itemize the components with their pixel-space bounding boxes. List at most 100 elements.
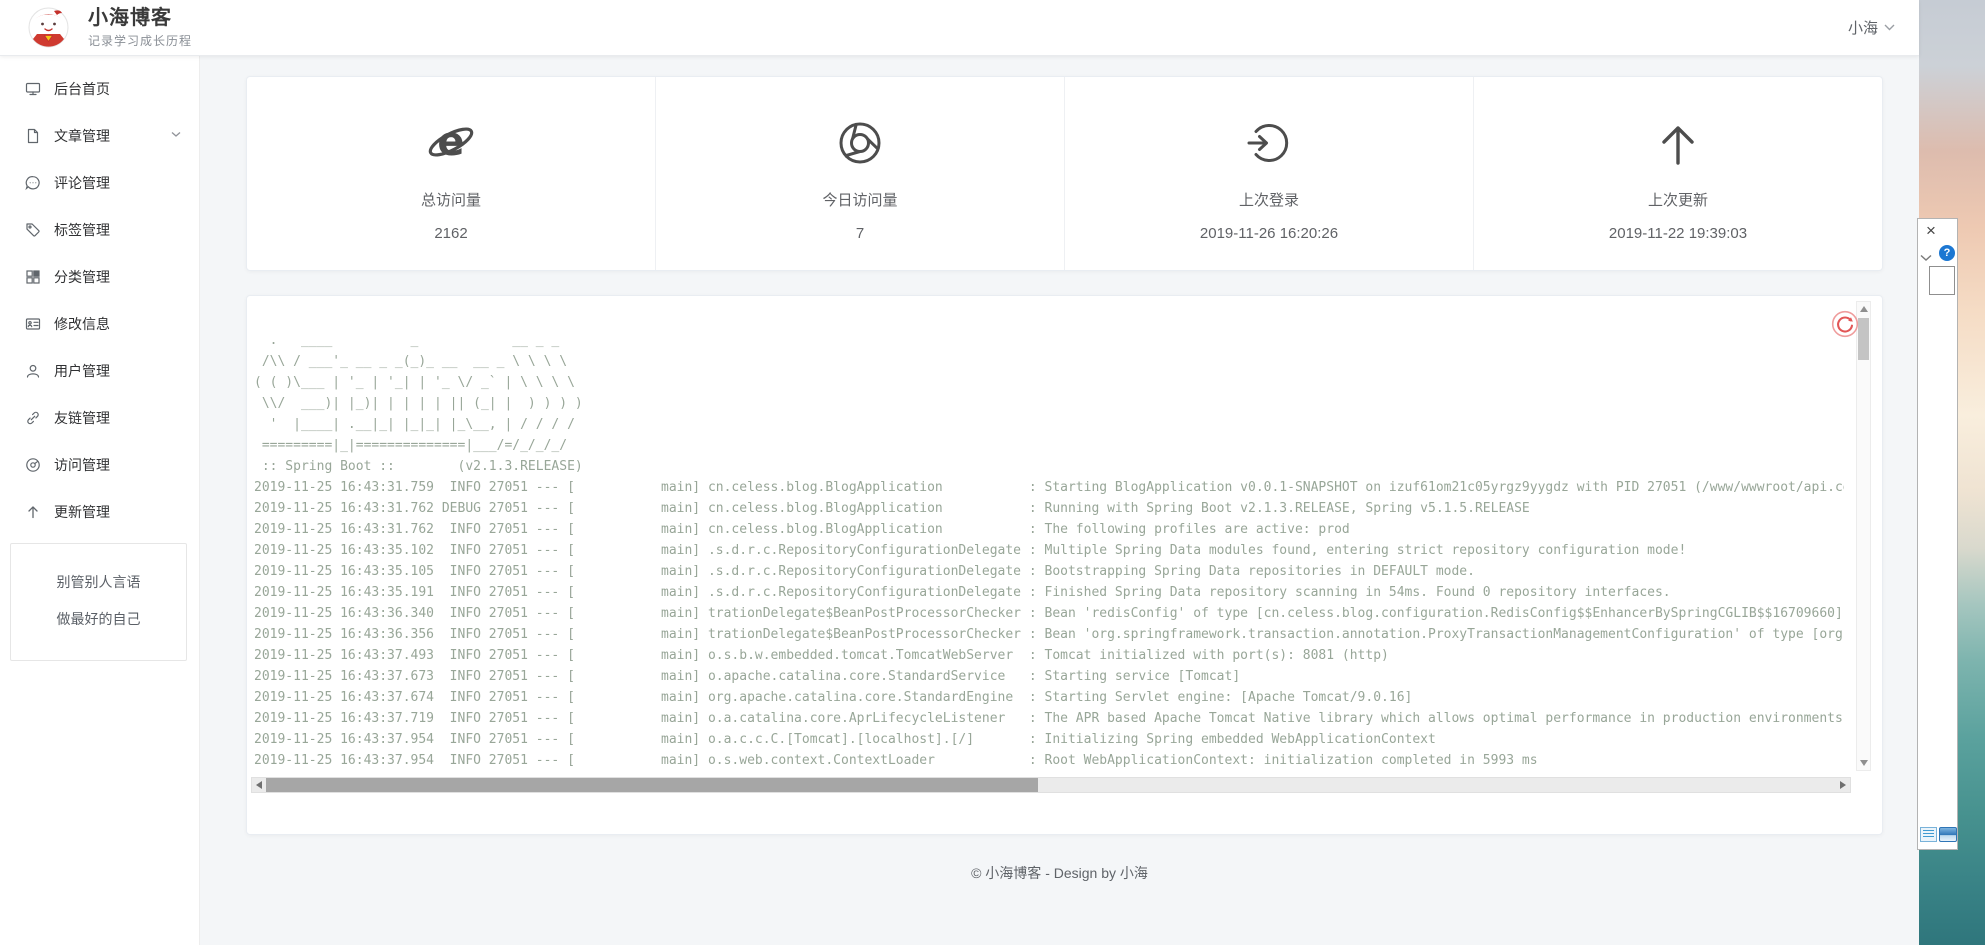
log-line: 2019-11-25 16:43:37.493 INFO 27051 --- [… <box>254 645 1844 666</box>
sidebar: 后台首页 文章管理 评论管理 <box>0 55 200 945</box>
stat-label: 上次更新 <box>1474 189 1882 210</box>
refresh-log-button[interactable] <box>1831 310 1859 338</box>
stat-label: 上次登录 <box>1065 189 1473 210</box>
upload-icon <box>25 504 41 520</box>
banner-line: :: Spring Boot :: (v2.1.3.RELEASE) <box>254 456 1844 477</box>
compass-icon <box>25 457 41 473</box>
motto-line: 做最好的自己 <box>11 601 186 638</box>
sidebar-item-label: 评论管理 <box>54 173 110 193</box>
sidebar-menu: 后台首页 文章管理 评论管理 <box>0 55 199 535</box>
stat-value: 2162 <box>247 225 655 242</box>
top-header: 小海博客 记录学习成长历程 小海 <box>0 0 1919 56</box>
svg-text:e: e <box>437 119 464 165</box>
sidebar-item-label: 友链管理 <box>54 408 110 428</box>
vertical-scroll-thumb[interactable] <box>1858 318 1869 360</box>
login-icon <box>1065 119 1473 167</box>
scroll-left-arrow-icon[interactable] <box>256 781 262 789</box>
sidebar-item-edit-profile[interactable]: 修改信息 <box>0 300 199 347</box>
brand-block: 小海博客 记录学习成长历程 <box>88 6 192 49</box>
scroll-down-arrow-icon[interactable] <box>1860 760 1868 766</box>
document-icon <box>25 128 41 144</box>
sidebar-item-comments[interactable]: 评论管理 <box>0 159 199 206</box>
stat-value: 2019-11-26 16:20:26 <box>1065 225 1473 242</box>
scroll-up-arrow-icon[interactable] <box>1860 306 1868 312</box>
site-logo-avatar <box>28 7 69 48</box>
sidebar-item-label: 文章管理 <box>54 126 110 146</box>
log-line: 2019-11-25 16:43:37.719 INFO 27051 --- [… <box>254 708 1844 729</box>
log-line: 2019-11-25 16:43:35.191 INFO 27051 --- [… <box>254 582 1844 603</box>
horizontal-scroll-thumb[interactable] <box>266 778 1038 792</box>
stat-total-visits: e 总访问量 2162 <box>247 77 656 270</box>
grid-icon <box>25 269 41 285</box>
sidebar-motto-box: 别管别人言语 做最好的自己 <box>10 543 187 661</box>
site-subtitle: 记录学习成长历程 <box>88 32 192 49</box>
sidebar-item-tags[interactable]: 标签管理 <box>0 206 199 253</box>
overlapping-side-window: × ? <box>1917 218 1958 850</box>
log-line: 2019-11-25 16:43:37.954 INFO 27051 --- [… <box>254 729 1844 750</box>
log-line: 2019-11-25 16:43:37.674 INFO 27051 --- [… <box>254 687 1844 708</box>
stats-panel: e 总访问量 2162 今日访问量 7 <box>246 76 1883 271</box>
motto-line: 别管别人言语 <box>11 564 186 601</box>
log-line: 2019-11-25 16:43:35.102 INFO 27051 --- [… <box>254 540 1844 561</box>
list-view-icon[interactable] <box>1920 827 1937 842</box>
chevron-down-icon[interactable] <box>1920 249 1932 267</box>
log-line: 2019-11-25 16:43:36.340 INFO 27051 --- [… <box>254 603 1844 624</box>
user-icon <box>25 363 41 379</box>
image-view-icon[interactable] <box>1939 827 1957 842</box>
stat-last-login: 上次登录 2019-11-26 16:20:26 <box>1065 77 1474 270</box>
monitor-icon <box>25 81 41 97</box>
cartoon-cat-logo-icon <box>28 7 69 48</box>
sidebar-item-label: 用户管理 <box>54 361 110 381</box>
stat-label: 今日访问量 <box>656 189 1064 210</box>
stat-today-visits: 今日访问量 7 <box>656 77 1065 270</box>
horizontal-scrollbar[interactable] <box>251 777 1851 793</box>
main-content: e 总访问量 2162 今日访问量 7 <box>200 55 1919 945</box>
sidebar-item-visits[interactable]: 访问管理 <box>0 441 199 488</box>
chevron-down-icon <box>1884 24 1895 31</box>
banner-line: . ____ _ __ _ _ <box>254 330 1844 351</box>
log-line: 2019-11-25 16:43:36.356 INFO 27051 --- [… <box>254 624 1844 645</box>
sidebar-item-label: 后台首页 <box>54 79 110 99</box>
stat-label: 总访问量 <box>247 189 655 210</box>
ie-browser-icon: e <box>247 119 655 167</box>
log-line: 2019-11-25 16:43:35.105 INFO 27051 --- [… <box>254 561 1844 582</box>
side-window-input[interactable] <box>1929 266 1955 295</box>
banner-line: /\\ / ___'_ __ _ _(_)_ __ __ _ \ \ \ \ <box>254 351 1844 372</box>
user-dropdown[interactable]: 小海 <box>1848 0 1895 55</box>
link-icon <box>25 410 41 426</box>
help-badge-icon[interactable]: ? <box>1939 245 1955 261</box>
banner-line: \\/ ___)| |_)| | | | | || (_| | ) ) ) ) <box>254 393 1844 414</box>
chevron-down-icon <box>171 131 181 138</box>
username-label: 小海 <box>1848 17 1878 38</box>
chrome-browser-icon <box>656 119 1064 167</box>
sidebar-item-friend-links[interactable]: 友链管理 <box>0 394 199 441</box>
id-card-icon <box>25 316 41 332</box>
upload-arrow-icon <box>1474 119 1882 167</box>
sidebar-item-categories[interactable]: 分类管理 <box>0 253 199 300</box>
console-output: . ____ _ __ _ _ /\\ / ___'_ __ _ _(_)_ _… <box>254 330 1844 785</box>
banner-line: ' |____| .__|_| |_|_| |_\__, | / / / / <box>254 414 1844 435</box>
stat-value: 2019-11-22 19:39:03 <box>1474 225 1882 242</box>
log-line: 2019-11-25 16:43:37.673 INFO 27051 --- [… <box>254 666 1844 687</box>
sidebar-item-updates[interactable]: 更新管理 <box>0 488 199 535</box>
close-icon[interactable]: × <box>1926 220 1936 242</box>
site-title: 小海博客 <box>88 6 192 30</box>
banner-line: ( ( )\___ | '_ | '_| | '_ \/ _` | \ \ \ … <box>254 372 1844 393</box>
admin-app: 小海博客 记录学习成长历程 小海 后台首页 文章管理 <box>0 0 1919 945</box>
log-line: 2019-11-25 16:43:31.762 DEBUG 27051 --- … <box>254 498 1844 519</box>
sidebar-item-dashboard[interactable]: 后台首页 <box>0 65 199 112</box>
tag-icon <box>25 222 41 238</box>
scroll-right-arrow-icon[interactable] <box>1840 781 1846 789</box>
sidebar-item-label: 修改信息 <box>54 314 110 334</box>
log-line: 2019-11-25 16:43:31.759 INFO 27051 --- [… <box>254 477 1844 498</box>
server-log-panel: . ____ _ __ _ _ /\\ / ___'_ __ _ _(_)_ _… <box>246 295 1883 835</box>
sidebar-item-articles[interactable]: 文章管理 <box>0 112 199 159</box>
sidebar-item-label: 标签管理 <box>54 220 110 240</box>
log-line: 2019-11-25 16:43:37.954 INFO 27051 --- [… <box>254 750 1844 771</box>
stat-last-update: 上次更新 2019-11-22 19:39:03 <box>1474 77 1882 270</box>
sidebar-item-label: 更新管理 <box>54 502 110 522</box>
vertical-scrollbar[interactable] <box>1856 301 1871 771</box>
log-line: 2019-11-25 16:43:31.762 INFO 27051 --- [… <box>254 519 1844 540</box>
banner-line: =========|_|==============|___/=/_/_/_/ <box>254 435 1844 456</box>
sidebar-item-users[interactable]: 用户管理 <box>0 347 199 394</box>
